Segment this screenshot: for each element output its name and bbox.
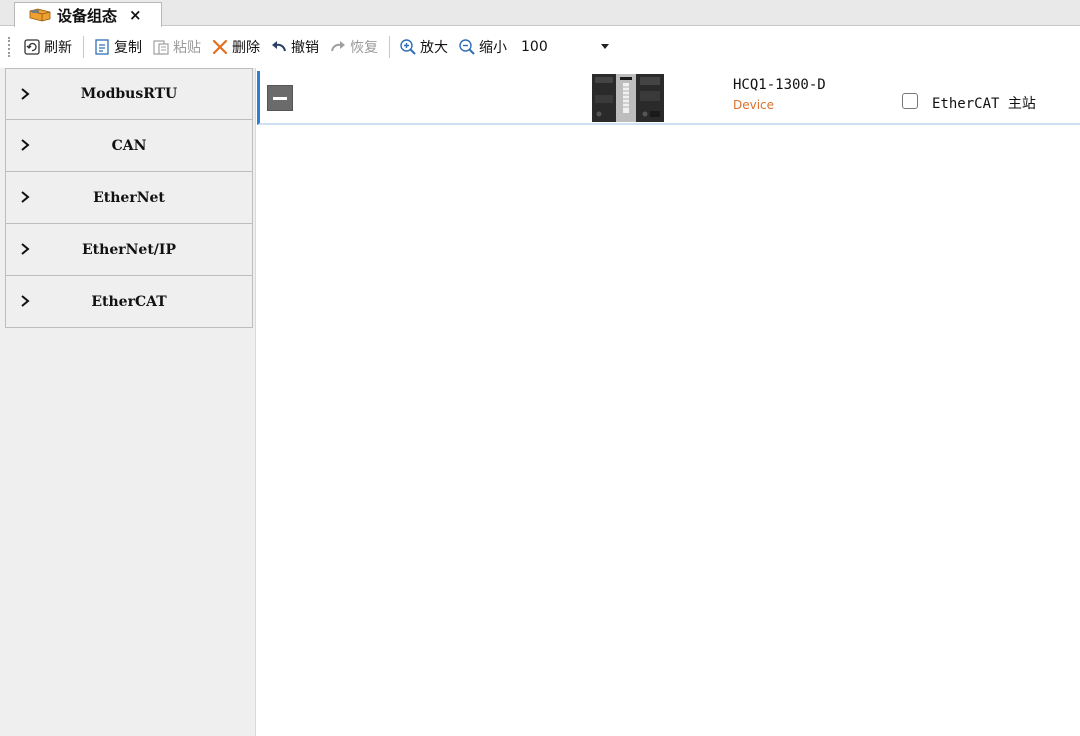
paste-label: 粘贴 xyxy=(173,40,201,56)
sidebar-item-label: EtherNet xyxy=(93,189,165,206)
zoom-level-select[interactable]: 100 xyxy=(517,35,613,59)
zoom-out-button[interactable]: 缩小 xyxy=(454,34,511,60)
copy-button[interactable]: 复制 xyxy=(89,34,146,60)
delete-button[interactable]: 删除 xyxy=(207,34,264,60)
paste-icon xyxy=(152,38,170,56)
copy-icon xyxy=(93,38,111,56)
refresh-label: 刷新 xyxy=(44,40,72,56)
document-tabstrip: 设备组态 × xyxy=(0,0,1080,27)
device-type: Device xyxy=(733,98,775,112)
toolbar: 刷新 复制 粘贴 删除 撤销 恢复 放大 缩小 100 xyxy=(0,27,1080,67)
zoom-in-icon xyxy=(399,38,417,56)
chevron-down-icon xyxy=(601,44,609,49)
plc-device-image xyxy=(590,73,666,123)
zoom-out-label: 缩小 xyxy=(479,40,507,56)
ethercat-master-checkbox[interactable] xyxy=(902,93,918,109)
toolbar-separator xyxy=(83,36,84,58)
refresh-icon xyxy=(23,38,41,56)
zoom-out-icon xyxy=(458,38,476,56)
delete-label: 删除 xyxy=(232,40,260,56)
copy-label: 复制 xyxy=(114,40,142,56)
tab-close-icon[interactable]: × xyxy=(129,6,142,24)
chevron-right-icon xyxy=(21,295,30,307)
chevron-right-icon xyxy=(21,191,30,203)
toolbar-separator xyxy=(389,36,390,58)
undo-button[interactable]: 撤销 xyxy=(266,34,323,60)
tab-device-config[interactable]: 设备组态 × xyxy=(14,2,162,27)
undo-icon xyxy=(270,38,288,56)
paste-button[interactable]: 粘贴 xyxy=(148,34,205,60)
redo-button[interactable]: 恢复 xyxy=(325,34,382,60)
refresh-button[interactable]: 刷新 xyxy=(19,34,76,60)
collapse-button[interactable] xyxy=(267,85,293,111)
zoom-in-button[interactable]: 放大 xyxy=(395,34,452,60)
chevron-right-icon xyxy=(21,243,30,255)
minus-icon xyxy=(273,96,287,100)
undo-label: 撤销 xyxy=(291,40,319,56)
device-folder-icon xyxy=(29,8,51,22)
sidebar-item-label: EtherNet/IP xyxy=(82,241,176,258)
zoom-level-value: 100 xyxy=(521,39,548,55)
configuration-canvas[interactable]: HCQ1-1300-D Device EtherCAT 主站 xyxy=(257,68,1080,736)
tab-title: 设备组态 xyxy=(57,6,118,25)
sidebar-item-ethernet[interactable]: EtherNet xyxy=(5,172,253,224)
device-name: HCQ1-1300-D xyxy=(733,77,826,93)
chevron-right-icon xyxy=(21,88,30,100)
protocol-sidebar: ModbusRTU CAN EtherNet EtherNet/IP Ether… xyxy=(0,68,256,736)
device-row[interactable]: HCQ1-1300-D Device EtherCAT 主站 xyxy=(257,71,1080,125)
ethercat-master-label: EtherCAT 主站 xyxy=(932,96,1036,112)
chevron-right-icon xyxy=(21,139,30,151)
sidebar-item-ethercat[interactable]: EtherCAT xyxy=(5,276,253,328)
delete-icon xyxy=(211,38,229,56)
redo-label: 恢复 xyxy=(350,40,378,56)
sidebar-item-ethernet-ip[interactable]: EtherNet/IP xyxy=(5,224,253,276)
sidebar-item-can[interactable]: CAN xyxy=(5,120,253,172)
sidebar-item-modbusrtu[interactable]: ModbusRTU xyxy=(5,68,253,120)
sidebar-item-label: ModbusRTU xyxy=(80,86,178,102)
zoom-in-label: 放大 xyxy=(420,40,448,56)
redo-icon xyxy=(329,38,347,56)
sidebar-item-label: CAN xyxy=(111,137,147,154)
toolbar-grip[interactable] xyxy=(8,37,11,57)
sidebar-item-label: EtherCAT xyxy=(91,293,167,310)
